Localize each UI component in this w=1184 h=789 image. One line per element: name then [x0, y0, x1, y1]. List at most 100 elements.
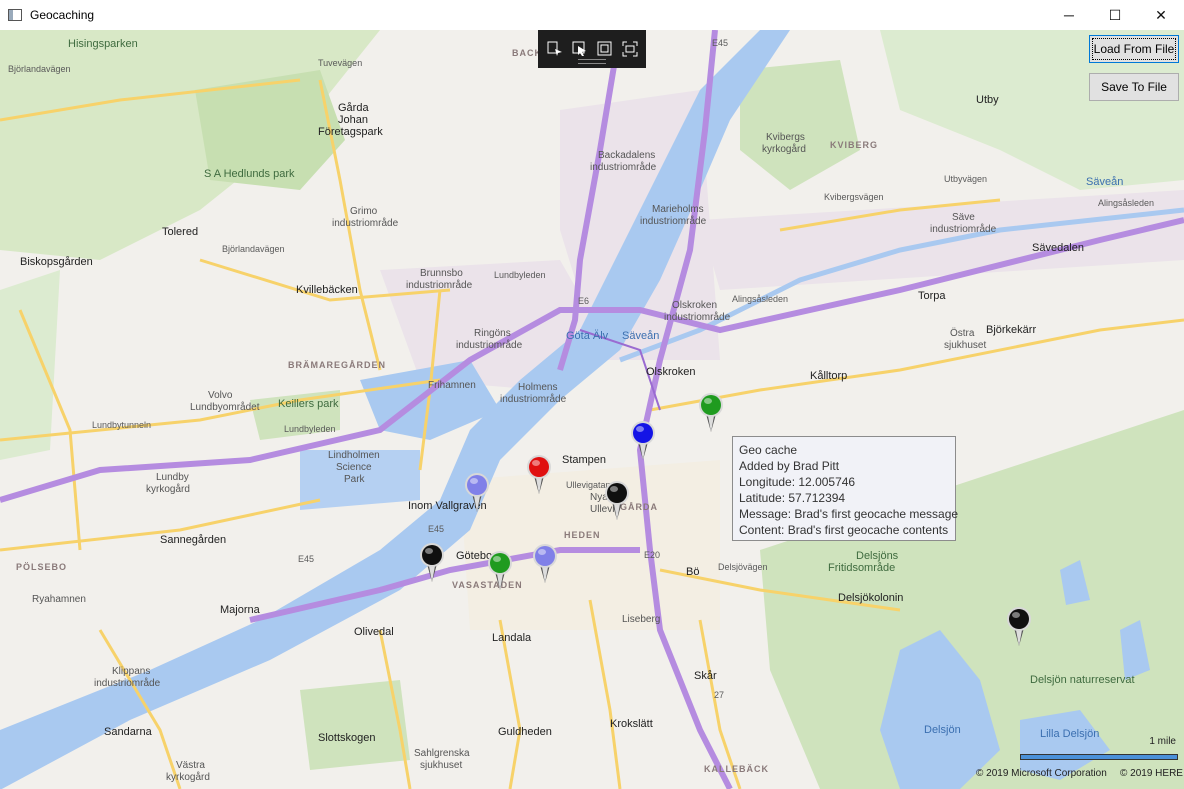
tooltip-latitude: Latitude: 57.712394 — [739, 491, 846, 505]
map-label: Olskroken — [672, 300, 718, 311]
map-label: Kålltorp — [810, 370, 848, 382]
map-label: 27 — [714, 690, 725, 700]
map-label: Göta Älv — [566, 330, 609, 342]
map-label: HEDEN — [564, 530, 601, 540]
map-label: industriområde — [930, 224, 997, 235]
map-label: industriområde — [456, 340, 523, 351]
map-label: Utby — [976, 94, 999, 106]
app-icon — [8, 9, 22, 21]
geocache-pin-blue[interactable] — [630, 420, 656, 462]
tooltip-message: Message: Brad's first geocache message — [739, 507, 959, 521]
map-label: E45 — [428, 524, 445, 534]
map-scale: 1 mile — [1020, 736, 1178, 762]
map-label: sjukhuset — [944, 340, 987, 351]
map-label: Ringöns — [474, 328, 511, 339]
map-label: Holmens — [518, 382, 558, 393]
map-label: Majorna — [220, 604, 260, 616]
map-label: Biskopsgården — [20, 256, 93, 268]
map-label: Torpa — [918, 290, 946, 302]
map-label: Säveån — [622, 330, 660, 342]
geocache-pin-black[interactable] — [419, 542, 445, 584]
map-label: Gårda — [338, 102, 369, 114]
map-label: Sahlgrenska — [414, 748, 470, 759]
map-label: KVIBERG — [830, 140, 879, 150]
map-label: industriområde — [500, 394, 567, 405]
copyright-microsoft: © 2019 Microsoft Corporation — [976, 768, 1107, 779]
geocache-pin-lavender[interactable] — [532, 543, 558, 585]
map-base — [0, 30, 1184, 789]
map-label: Sannegården — [160, 534, 227, 546]
map-label: Delsjön — [924, 724, 961, 736]
map-label: industriområde — [590, 162, 657, 173]
map-label: Stampen — [562, 454, 607, 466]
map-label: E45 — [712, 38, 729, 48]
map-label: Keillers park — [278, 398, 339, 410]
geocache-pin-lavender[interactable] — [464, 472, 490, 514]
map-label: E6 — [578, 296, 590, 306]
map-label: Ryahamnen — [32, 594, 86, 605]
live-region-icon[interactable] — [621, 40, 639, 58]
map-label: Science — [336, 462, 372, 473]
map-label: Volvo — [208, 390, 233, 401]
map-label: industriområde — [640, 216, 707, 227]
geocache-pin-black[interactable] — [1006, 606, 1032, 648]
map-label: Björkekärr — [986, 324, 1037, 336]
map-label: E20 — [644, 550, 661, 560]
map-label: Tolered — [162, 226, 199, 238]
geocache-pin-red[interactable] — [526, 454, 552, 496]
load-from-file-button[interactable]: Load From File — [1089, 35, 1179, 63]
geocache-pin-green[interactable] — [698, 392, 724, 434]
map-label: Backadalens — [598, 150, 656, 161]
rectangle-select-icon[interactable] — [596, 40, 614, 58]
map-label: kyrkogård — [166, 772, 210, 783]
map-label: Sandarna — [104, 726, 152, 738]
map-label: Brunnsbo — [420, 268, 463, 279]
map-label: Säveån — [1086, 176, 1124, 188]
select-objects-icon[interactable] — [546, 40, 564, 58]
map-label: Lundby — [156, 472, 189, 483]
map-label: Östra — [950, 328, 975, 339]
geocache-pin-green[interactable] — [487, 550, 513, 592]
map-label: Utbyvägen — [944, 174, 988, 184]
map-label: Liseberg — [622, 614, 661, 625]
map-label: Kvibergsvägen — [824, 192, 884, 202]
geocache-pin-black[interactable] — [604, 480, 630, 522]
toolbar-grip[interactable] — [578, 59, 606, 64]
map-label: Hisingsparken — [68, 38, 138, 50]
map-label: industriområde — [664, 312, 731, 323]
map-label: Västra — [176, 760, 205, 771]
map-label: sjukhuset — [420, 760, 463, 771]
map-label: BRÄMAREGÅRDEN — [288, 360, 386, 370]
close-button[interactable]: ✕ — [1138, 0, 1184, 30]
map-label: PÖLSEBO — [16, 562, 68, 572]
tooltip-title: Geo cache — [739, 443, 798, 457]
map-label: Delsjöns — [856, 550, 899, 562]
map-label: Lundbyleden — [284, 424, 336, 434]
map-label: Lundbytunneln — [92, 420, 152, 430]
map-label: Marieholms — [652, 204, 704, 215]
map-label: Lindholmen — [328, 450, 380, 461]
map-view[interactable]: Hisingsparken Björlandavägen Tuvevägen Gård… — [0, 30, 1184, 789]
copyright-here: © 2019 HERE — [1120, 768, 1183, 779]
map-label: Krokslätt — [610, 718, 653, 730]
maximize-button[interactable]: ☐ — [1092, 0, 1138, 30]
map-label: Fritidsområde — [828, 562, 896, 574]
map-label: Delsjökolonin — [838, 592, 904, 604]
map-label: Olivedal — [354, 626, 394, 638]
map-label: Delsjövägen — [718, 562, 768, 572]
minimize-button[interactable]: ─ — [1046, 0, 1092, 30]
map-label: KALLEBÄCK — [704, 764, 769, 774]
map-label: industriområde — [94, 678, 161, 689]
map-label: Lundbyleden — [494, 270, 546, 280]
map-label: Olskroken — [646, 366, 696, 378]
map-label: Tuvevägen — [318, 58, 363, 68]
map-label: Företagspark — [318, 126, 383, 138]
map-label: Kvillebäcken — [296, 284, 358, 296]
map-label: Skår — [694, 670, 717, 682]
save-to-file-button[interactable]: Save To File — [1089, 73, 1179, 101]
pointer-select-icon[interactable] — [571, 40, 589, 58]
map-label: Frihamnen — [428, 380, 476, 391]
map-label: kyrkogård — [146, 484, 190, 495]
map-label: Kvibergs — [766, 132, 805, 143]
geocache-tooltip: Geo cache Added by Brad Pitt Longitude: … — [732, 436, 959, 541]
